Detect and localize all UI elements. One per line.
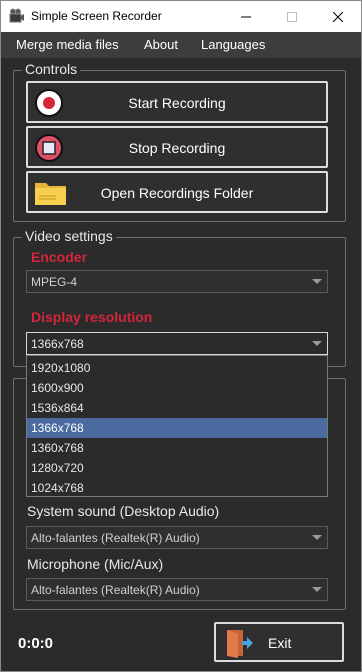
title-bar: Simple Screen Recorder	[0, 0, 362, 32]
menu-merge-media-files[interactable]: Merge media files	[16, 37, 119, 52]
stop-recording-button[interactable]: Stop Recording	[26, 126, 328, 168]
menu-languages[interactable]: Languages	[201, 37, 265, 52]
microphone-select[interactable]: Alto-falantes (Realtek(R) Audio)	[26, 578, 328, 601]
exit-label: Exit	[268, 635, 292, 651]
video-settings-group-title: Video settings	[22, 228, 116, 244]
encoder-select[interactable]: MPEG-4	[26, 270, 328, 293]
close-icon	[333, 11, 343, 22]
app-icon	[9, 8, 24, 23]
stop-recording-label: Stop Recording	[128, 140, 226, 156]
chevron-down-icon	[312, 279, 322, 284]
menu-about[interactable]: About	[144, 37, 178, 52]
system-sound-label: System sound (Desktop Audio)	[27, 503, 220, 519]
minimize-button[interactable]	[223, 1, 269, 32]
open-recordings-folder-label: Open Recordings Folder	[100, 185, 254, 201]
system-sound-select[interactable]: Alto-falantes (Realtek(R) Audio)	[26, 526, 328, 549]
recording-timer: 0:0:0	[18, 635, 54, 652]
resolution-option[interactable]: 1536x864	[27, 398, 327, 418]
chevron-down-icon	[312, 587, 322, 592]
encoder-label: Encoder	[31, 249, 88, 265]
close-button[interactable]	[315, 1, 361, 32]
encoder-value: MPEG-4	[31, 275, 78, 289]
display-resolution-select[interactable]: 1366x768	[26, 332, 328, 355]
start-recording-label: Start Recording	[128, 95, 226, 111]
window-title: Simple Screen Recorder	[31, 9, 162, 23]
resolution-option[interactable]: 1600x900	[27, 378, 327, 398]
microphone-value: Alto-falantes (Realtek(R) Audio)	[31, 583, 200, 597]
exit-button[interactable]: Exit	[214, 622, 344, 662]
chevron-down-icon	[312, 341, 322, 346]
controls-group-title: Controls	[22, 61, 81, 77]
resolution-option-selected[interactable]: 1366x768	[27, 418, 327, 438]
resolution-dropdown-list: 1920x1080 1600x900 1536x864 1366x768 136…	[26, 355, 328, 497]
resolution-option[interactable]: 1360x768	[27, 438, 327, 458]
open-recordings-folder-button[interactable]: Open Recordings Folder	[26, 171, 328, 213]
display-resolution-label: Display resolution	[31, 309, 153, 325]
minimize-icon	[241, 16, 251, 17]
resolution-option[interactable]: 1280x720	[27, 458, 327, 478]
resolution-option[interactable]: 1920x1080	[27, 358, 327, 378]
chevron-down-icon	[312, 535, 322, 540]
system-sound-value: Alto-falantes (Realtek(R) Audio)	[31, 531, 200, 545]
start-recording-button[interactable]: Start Recording	[26, 81, 328, 123]
display-resolution-value: 1366x768	[31, 337, 84, 351]
menu-bar: Merge media files About Languages	[0, 32, 362, 58]
resolution-option[interactable]: 1024x768	[27, 478, 327, 498]
exit-door-icon	[227, 630, 253, 658]
maximize-button[interactable]	[269, 1, 315, 32]
maximize-icon	[287, 11, 297, 22]
microphone-label: Microphone (Mic/Aux)	[27, 556, 164, 572]
